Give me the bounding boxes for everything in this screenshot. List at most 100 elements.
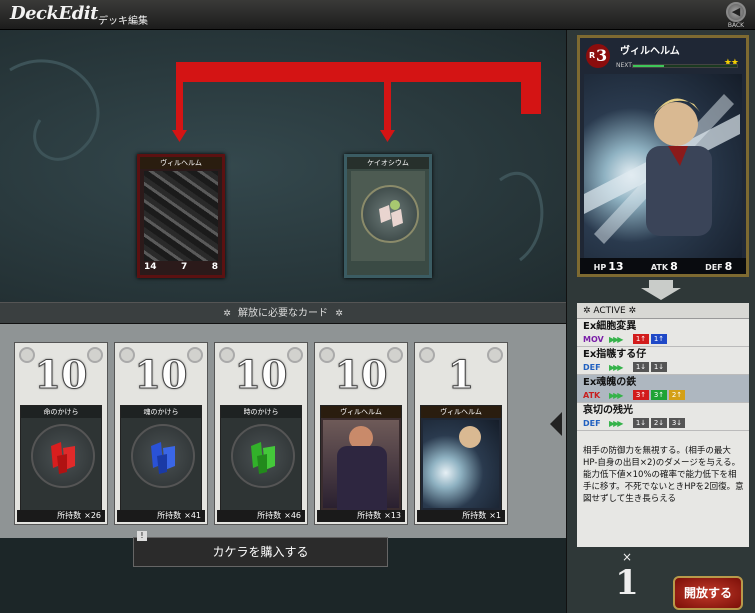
hp-stat: HP 13 <box>594 260 624 273</box>
connector-arrowheads <box>172 130 395 142</box>
required-count: 10 <box>234 352 288 398</box>
required-count: 10 <box>34 352 88 398</box>
character-art <box>423 420 499 508</box>
character-name: ヴィルヘルム <box>321 406 401 418</box>
card-detail-panel: R 3 ヴィルヘルム ★★ NEXT HP 13 ATK 8 DEF 8 ✲ ACTI… <box>566 30 755 613</box>
card-atk: 7 <box>181 262 188 272</box>
fragment-card: 時のかけら <box>220 405 302 511</box>
chevron-left-icon <box>550 412 562 436</box>
buy-fragments-button[interactable]: ! カケラを購入する <box>133 531 388 567</box>
release-count: × 1 <box>597 550 657 610</box>
skill-name: Ex魂魄の鉄 <box>583 377 637 388</box>
held-value: ×13 <box>384 511 401 520</box>
fragment-name: 命のかけら <box>21 406 101 418</box>
exp-bar <box>632 64 738 68</box>
fragment-card: 魂のかけら <box>120 405 202 511</box>
triple-arrow-icon: ▶▶▶ <box>609 362 623 372</box>
required-cards-header: ✲ 解放に必要なカード ✲ <box>0 302 566 324</box>
release-board: ヴィルヘルム 14 7 8 ケイオシウム <box>0 30 566 302</box>
held-value: ×41 <box>184 511 201 520</box>
held-value: ×26 <box>84 511 101 520</box>
target-card-chaosium[interactable]: ケイオシウム <box>344 154 432 278</box>
required-count: 1 <box>447 352 475 398</box>
held-label: 所持数 <box>157 511 182 520</box>
star-icon: ✲ <box>223 309 231 319</box>
required-card-wilhelm-4[interactable]: 10 ヴィルヘルム 所持数 ×13 <box>314 342 408 525</box>
hp-label: HP <box>593 262 607 272</box>
back-label: BACK <box>727 22 745 29</box>
held-count: 所持数 ×1 <box>417 510 505 522</box>
triple-arrow-icon: ▶▶▶ <box>609 418 623 428</box>
skill-item-selected[interactable]: Ex魂魄の鉄 ATK ▶▶▶ 3↑ 3↑ 2↑ <box>577 375 749 403</box>
multiplier-sign: × <box>621 550 633 564</box>
atk-label: ATK <box>650 262 669 272</box>
skill-chip: 3↑ <box>651 390 667 400</box>
card-title: ケイオシウム <box>347 157 429 169</box>
hp-value: 13 <box>608 259 624 273</box>
target-card-wilhelm[interactable]: ヴィルヘルム 14 7 8 <box>137 154 225 278</box>
skill-chip: 2↓ <box>651 418 667 428</box>
star-icon: ✲ <box>335 309 343 319</box>
character-illustration <box>584 94 740 244</box>
skill-type-header: ✲ ACTIVE ✲ <box>577 303 749 319</box>
card-hp: 14 <box>144 262 157 272</box>
character-card: ヴィルヘルム <box>320 405 402 511</box>
held-value: ×1 <box>489 511 501 520</box>
skill-list: ✲ ACTIVE ✲ Ex細胞変異 MOV ▶▶▶ 1↑ 1↑ Ex指嗾する仔 … <box>577 303 749 547</box>
def-label: DEF <box>705 262 723 272</box>
red-crystal-icon <box>31 424 95 488</box>
required-card-wilhelm-3[interactable]: 1 ヴィルヘルム 所持数 ×1 <box>414 342 508 525</box>
skill-chip: 1↑ <box>651 334 667 344</box>
skill-effect: MOV ▶▶▶ 1↑ 1↑ <box>583 333 743 345</box>
back-button[interactable]: ◀ BACK <box>718 0 754 29</box>
skill-item[interactable]: Ex細胞変異 MOV ▶▶▶ 1↑ 1↑ <box>577 319 749 347</box>
release-button[interactable]: 開放する <box>673 576 743 610</box>
skill-chip: 2↑ <box>669 390 685 400</box>
skill-chip: 3↑ <box>633 390 649 400</box>
card-art <box>351 171 425 261</box>
required-card-life-fragment[interactable]: 10 命のかけら 所持数 ×26 <box>14 342 108 525</box>
character-card: ヴィルヘルム <box>420 405 502 511</box>
skill-name: Ex細胞変異 <box>583 321 637 332</box>
skill-chip: 1↑ <box>633 334 649 344</box>
required-card-time-fragment[interactable]: 10 時のかけら 所持数 ×46 <box>214 342 308 525</box>
held-label: 所持数 <box>462 511 487 520</box>
next-label: NEXT <box>616 62 632 69</box>
skill-chip: 1↓ <box>651 362 667 372</box>
held-count: 所持数 ×46 <box>217 510 305 522</box>
buy-fragments-label: カケラを購入する <box>212 545 309 559</box>
held-label: 所持数 <box>257 511 282 520</box>
required-card-soul-fragment[interactable]: 10 魂のかけら 所持数 ×41 <box>114 342 208 525</box>
skill-stat: ATK <box>583 390 601 400</box>
skill-description: 相手の防御力を無視する。(相手の最大HP-自身の出目×2)のダメージを与える。能… <box>583 446 744 504</box>
fragment-card: 命のかけら <box>20 405 102 511</box>
skill-item[interactable]: 哀切の残光 DEF ▶▶▶ 1↓ 2↓ 3↓ <box>577 403 749 431</box>
held-count: 所持数 ×26 <box>17 510 105 522</box>
skill-name: 哀切の残光 <box>583 405 633 416</box>
held-value: ×46 <box>284 511 301 520</box>
card-artwork <box>584 74 742 258</box>
fragment-name: 時のかけら <box>221 406 301 418</box>
def-stat: DEF 8 <box>705 260 732 273</box>
skill-item[interactable]: Ex指嗾する仔 DEF ▶▶▶ 1↓ 1↓ <box>577 347 749 375</box>
skill-chip: 1↓ <box>633 418 649 428</box>
card-rank: 3 <box>596 46 608 65</box>
fragment-name: 魂のかけら <box>121 406 201 418</box>
triple-arrow-icon: ▶▶▶ <box>609 334 623 344</box>
def-value: 8 <box>724 259 733 273</box>
crystal-icon <box>379 200 403 227</box>
skill-chip: 3↓ <box>669 418 685 428</box>
green-crystal-icon <box>231 424 295 488</box>
page-subtitle: デッキ編集 <box>98 16 148 27</box>
atk-stat: ATK 8 <box>651 260 678 273</box>
card-name: ヴィルヘルム <box>620 46 680 57</box>
card-stats: 14 7 8 <box>144 262 218 274</box>
held-count: 所持数 ×41 <box>117 510 205 522</box>
skill-effect: DEF ▶▶▶ 1↓ 1↓ <box>583 361 743 373</box>
top-bar: DeckEdit デッキ編集 ◀ BACK <box>0 0 755 30</box>
tray-scroll-tab[interactable] <box>548 324 566 538</box>
required-count: 10 <box>334 352 388 398</box>
detail-card: R 3 ヴィルヘルム ★★ NEXT HP 13 ATK 8 DEF 8 <box>577 35 749 277</box>
info-pin-icon: ! <box>137 531 147 541</box>
skill-stat: DEF <box>583 418 601 428</box>
